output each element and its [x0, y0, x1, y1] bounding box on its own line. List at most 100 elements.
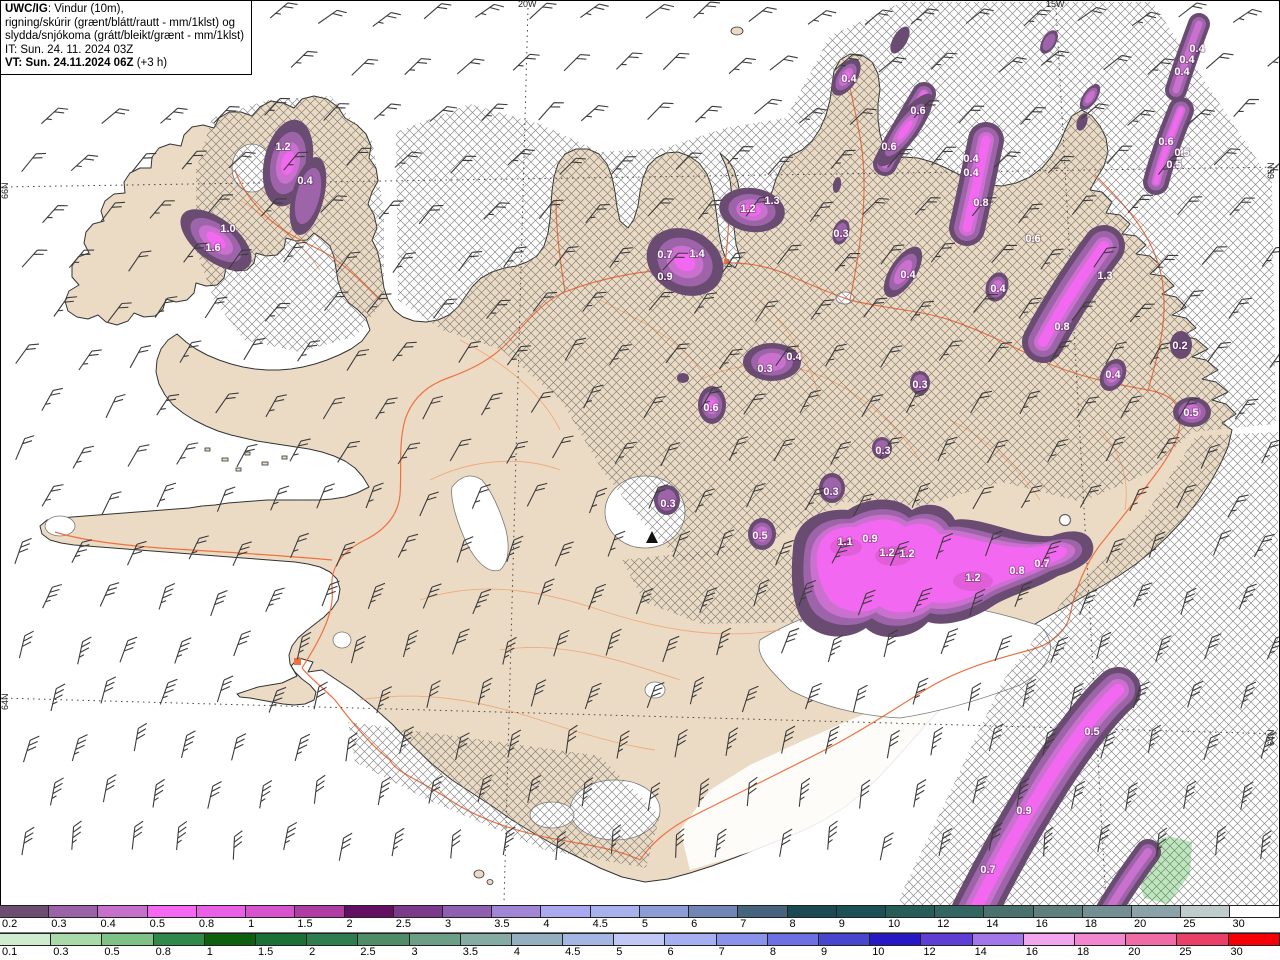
- colorbar-tick-label: 0.5: [104, 946, 120, 958]
- precip-value-label: 0.4: [900, 269, 916, 281]
- precip-value-label: 0.4: [990, 283, 1006, 295]
- colorbar-tick-label: 9: [821, 946, 828, 958]
- colorbar-segment: [563, 934, 615, 945]
- precip-value-label: 1.2: [879, 547, 894, 559]
- weather-map-page: 20W 15W 66N 66N 64N 64N 1.2 0.4 1.0 1.6 0.7 1.4 0: [0, 0, 1280, 960]
- colorbar-segment: [1132, 906, 1182, 917]
- colorbar-segment: [358, 934, 410, 945]
- colorbar-tick-label: 0.1: [2, 946, 18, 958]
- colorbar-segment: [460, 934, 512, 945]
- colorbar-tick-label: 0.4: [100, 918, 116, 930]
- precip-value-label: 0.7: [1034, 558, 1049, 570]
- precip-value-label: 0.9: [657, 271, 672, 283]
- colorbar-tick-label: 4.5: [592, 918, 608, 930]
- colorbar-segment: [295, 906, 345, 917]
- precip-value-label: 0.8: [1054, 321, 1069, 333]
- iceland-weather-map: 20W15W66N66N64N64N 1.20.41.01.60.71.40: [0, 0, 1280, 960]
- legend-line-5: VT: Sun. 24.11.2024 06Z (+3 h): [5, 57, 168, 70]
- colorbar-tick-label: 2.5: [395, 918, 412, 930]
- colorbar-tick-label: 2: [309, 946, 316, 958]
- svg-text:66N: 66N: [0, 182, 10, 199]
- precip-value-label: 0.6: [703, 402, 718, 414]
- colorbar-tick-label: 2: [346, 918, 353, 930]
- rain-colorbar: [0, 933, 1280, 946]
- svg-text:64N: 64N: [0, 693, 10, 710]
- precip-value-label: 0.4: [841, 73, 857, 85]
- colorbar-tick-label: 3.5: [462, 946, 478, 958]
- colorbar-tick-label: 10: [872, 946, 885, 958]
- colorbar-segment: [590, 906, 640, 917]
- precip-value-label: 0.7: [980, 864, 995, 876]
- colorbar-segment: [0, 934, 52, 945]
- colorbar-segment: [1074, 934, 1127, 945]
- precip-value-label: 1.4: [689, 248, 705, 260]
- colorbar-tick-label: 3.5: [494, 918, 510, 930]
- colorbar-segment: [511, 934, 564, 945]
- colorbar-tick-label: 0.3: [51, 918, 67, 930]
- colorbar-segment: [1228, 934, 1280, 945]
- precip-value-label: 0.5: [1174, 147, 1189, 159]
- precip-value-label: 1.2: [740, 203, 755, 215]
- colorbar-tick-label: 6: [691, 918, 698, 930]
- calm-wind-symbol: [1058, 513, 1072, 527]
- colorbar-segment: [442, 906, 493, 917]
- svg-text:20W: 20W: [518, 0, 537, 9]
- rain-colorbar-labels: 0.1 0.3 0.5 0.8 1 1.5 2 2.5 3 3.5 4 4.5 5 6 7 8 9 10 12 14 1…: [0, 946, 1280, 960]
- precip-value-label: 1.2: [275, 141, 290, 153]
- colorbar-tick-label: 10: [887, 918, 901, 930]
- colorbar-segment: [1033, 906, 1083, 917]
- colorbar-segment: [639, 906, 690, 917]
- colorbar-segment: [409, 934, 461, 945]
- colorbar-segment: [738, 906, 788, 917]
- colorbar-segment: [972, 934, 1024, 945]
- precip-value-label: 0.3: [875, 445, 890, 457]
- colorbar-segment: [51, 934, 103, 945]
- precip-value-label: 0.4: [963, 153, 979, 165]
- colorbar-tick-label: 16: [1025, 946, 1038, 958]
- colorbar-tick-label: 0.2: [2, 918, 18, 930]
- precip-value-label: 0.3: [912, 379, 927, 391]
- colorbar-segment: [689, 906, 739, 917]
- colorbar-tick-label: 1: [206, 946, 213, 958]
- colorbar-tick-label: 14: [986, 918, 999, 930]
- precip-value-label: 0.7: [657, 249, 672, 261]
- colorbar-segment: [204, 934, 256, 945]
- colorbar-tick-label: 7: [718, 946, 725, 958]
- colorbar-segment: [1023, 934, 1075, 945]
- colorbar-segment: [98, 906, 148, 917]
- colorbar-segment: [196, 906, 247, 917]
- colorbar-tick-label: 18: [1076, 946, 1090, 958]
- colorbar-segment: [1177, 934, 1229, 945]
- precip-value-label: 0.4: [297, 175, 313, 187]
- colorbar-tick-label: 4: [543, 918, 550, 930]
- colorbar-segment: [102, 934, 154, 945]
- precip-value-label: 0.2: [1172, 340, 1187, 352]
- colorbar-tick-label: 20: [1134, 918, 1147, 930]
- colorbar-segment: [541, 906, 591, 917]
- colorbar-segment: [49, 906, 99, 917]
- precip-value-label: 1.1: [837, 536, 852, 548]
- precip-value-label: 0.4: [1179, 54, 1195, 66]
- colorbar-segment: [870, 934, 922, 945]
- colorbar-segment: [1126, 934, 1178, 945]
- colorbar-tick-label: 0.8: [155, 946, 171, 958]
- colorbar-segment: [0, 906, 50, 917]
- colorbar-segment: [147, 906, 197, 917]
- precip-value-label: 0.8: [973, 197, 988, 209]
- snow-colorbar: [0, 905, 1280, 918]
- precip-value-label: 1.2: [965, 572, 980, 584]
- colorbar-tick-label: 5: [616, 946, 623, 958]
- precip-value-label: 0.5: [1183, 407, 1198, 419]
- colorbar-tick-label: 3: [411, 946, 418, 958]
- color-scales: 0.2 0.3 0.4 0.5 0.8 1 1.5 2 2.5 3 3.5 4 4.5 5 6 7 8 9 10 12…: [0, 905, 1280, 960]
- colorbar-segment: [1230, 906, 1280, 917]
- colorbar-tick-label: 20: [1128, 946, 1141, 958]
- colorbar-segment: [1181, 906, 1231, 917]
- colorbar-segment: [935, 906, 985, 917]
- colorbar-tick-label: 25: [1179, 946, 1192, 958]
- colorbar-segment: [344, 906, 394, 917]
- colorbar-tick-label: 25: [1183, 918, 1196, 930]
- colorbar-tick-label: 1.5: [257, 946, 274, 958]
- colorbar-segment: [255, 934, 308, 945]
- colorbar-tick-label: 4: [513, 946, 520, 958]
